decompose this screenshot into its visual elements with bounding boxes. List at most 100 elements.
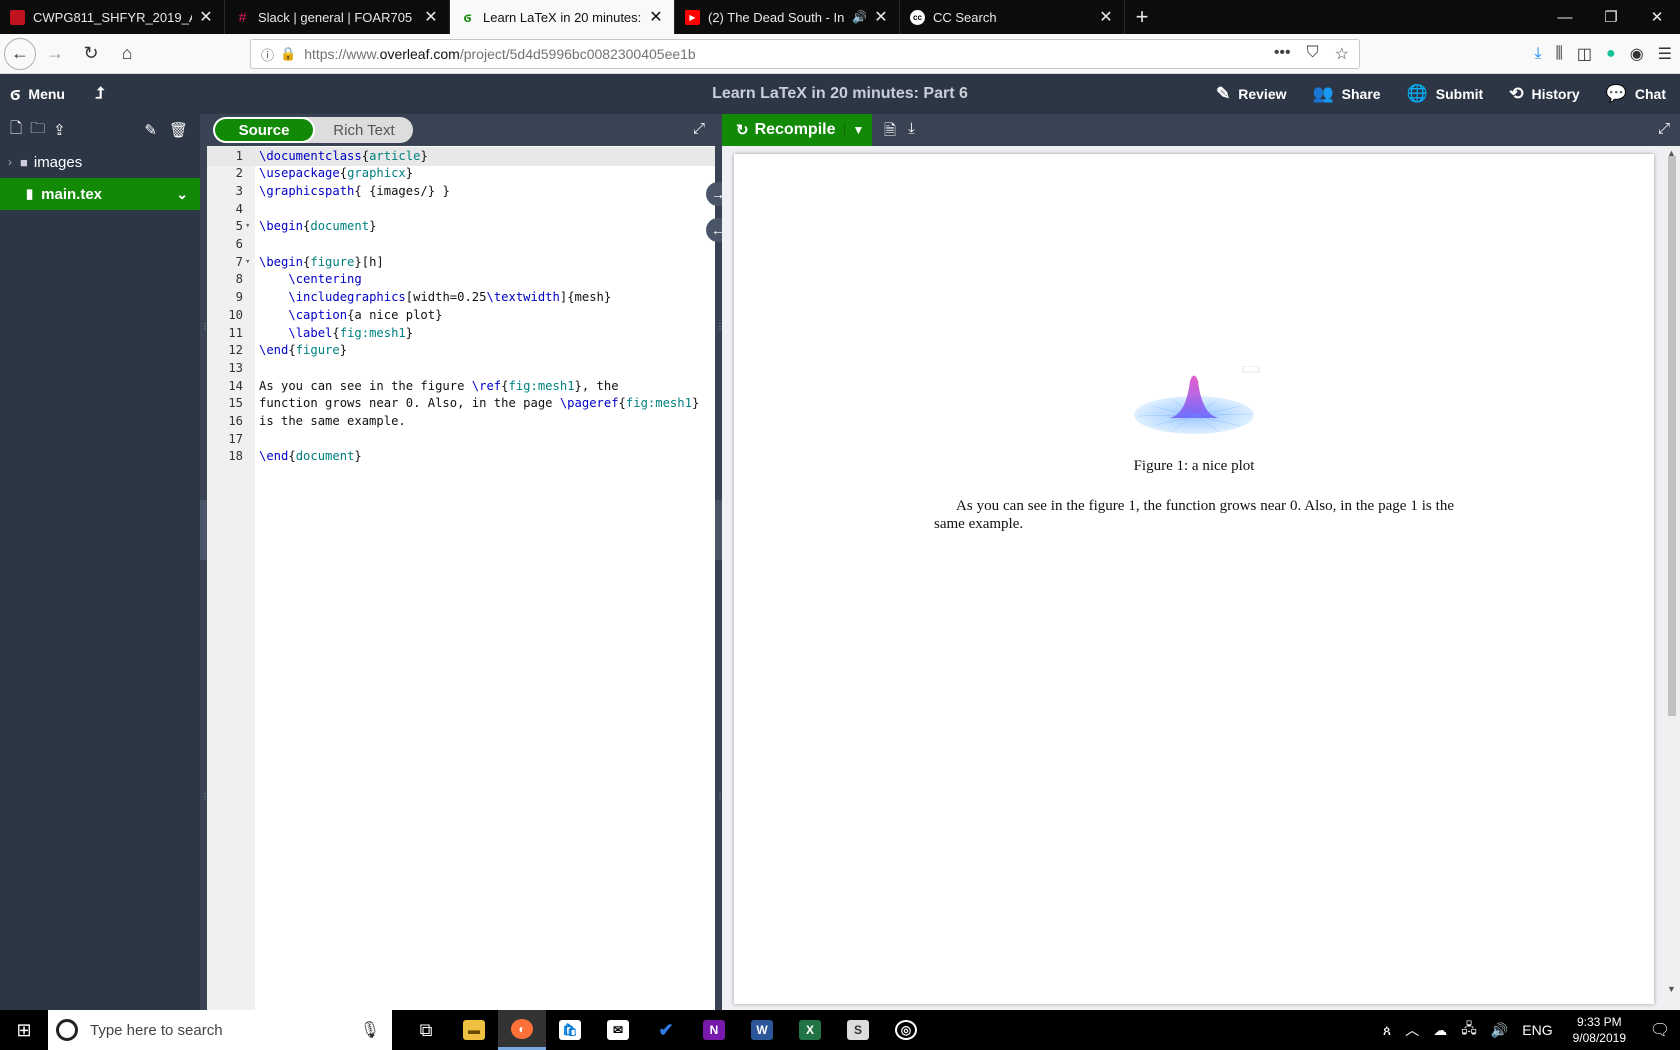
recompile-button[interactable]: ↻ Recompile ▼ [722, 114, 872, 146]
code-line[interactable]: 9 \includegraphics[width=0.25\textwidth]… [207, 288, 715, 307]
clock[interactable]: 9:33 PM 9/08/2019 [1573, 1014, 1626, 1046]
restore-icon[interactable]: ❐ [1588, 0, 1634, 34]
page-actions-icon[interactable]: ••• [1274, 44, 1291, 64]
source-mode-button[interactable]: Source [213, 117, 315, 143]
browser-tab-cc-search[interactable]: cc CC Search ✕ [900, 0, 1125, 34]
close-window-icon[interactable]: ✕ [1634, 0, 1680, 34]
excel-icon[interactable]: X [786, 1010, 834, 1050]
pdf-scrollbar[interactable]: ▲ ▼ [1664, 146, 1680, 1010]
menu-button[interactable]: ϭ Menu [0, 84, 65, 105]
close-tab-icon[interactable]: ✕ [1098, 7, 1114, 27]
code-line[interactable]: 11 \label{fig:mesh1} [207, 324, 715, 343]
browser-tab-cwpg[interactable]: CWPG811_SHFYR_2019_ALL_U ✕ [0, 0, 225, 34]
onedrive-icon[interactable]: ☁ [1433, 1022, 1447, 1039]
code-line[interactable]: 15 function grows near 0. Also, in the pa… [207, 394, 715, 413]
language-indicator[interactable]: ENG [1522, 1022, 1552, 1038]
browser-tab-slack[interactable]: # Slack | general | FOAR705 ✕ [225, 0, 450, 34]
notifications-icon[interactable]: 🗨 [1640, 1020, 1680, 1040]
code-line[interactable]: 7 ▾ \begin{figure}[h] [207, 253, 715, 272]
people-icon[interactable]: ጰ [1383, 1022, 1391, 1039]
home-icon[interactable]: ⌂ [110, 37, 144, 71]
code-line[interactable]: 18 \end{document} [207, 447, 715, 466]
speaker-icon[interactable]: 🔊 [852, 10, 867, 24]
history-button[interactable]: ⟲ History [1509, 84, 1579, 104]
account-icon[interactable]: ◉ [1630, 44, 1644, 64]
code-editor[interactable]: 1 \documentclass{article} 2 \usepackage{gra… [207, 146, 715, 1010]
close-tab-icon[interactable]: ✕ [648, 7, 664, 27]
rich-text-mode-button[interactable]: Rich Text [315, 117, 413, 143]
expand-icon[interactable]: ⤢ [1658, 120, 1670, 137]
splitter-handle[interactable] [200, 500, 207, 560]
grammarly-icon[interactable]: ● [1606, 45, 1616, 63]
onenote-icon[interactable]: N [690, 1010, 738, 1050]
task-view-icon[interactable]: ⧉ [402, 1010, 450, 1050]
folder-images[interactable]: › ■ images [0, 146, 200, 178]
volume-icon[interactable]: 🔊 [1491, 1022, 1508, 1039]
recompile-dropdown-icon[interactable]: ▼ [844, 123, 872, 137]
close-tab-icon[interactable]: ✕ [873, 7, 889, 27]
code-line[interactable]: 6 [207, 235, 715, 254]
back-icon[interactable]: ← [4, 37, 36, 70]
new-tab-button[interactable]: + [1125, 0, 1159, 34]
code-line[interactable]: 16 is the same example. [207, 412, 715, 431]
minimize-icon[interactable]: — [1542, 0, 1588, 34]
chevron-down-icon[interactable]: ⌄ [176, 186, 188, 203]
url-bar[interactable]: ⓘ 🔒 https://www. overleaf.com/project/5d4… [250, 39, 1360, 69]
word-icon[interactable]: W [738, 1010, 786, 1050]
code-line[interactable]: 14 As you can see in the figure \ref{fig:… [207, 377, 715, 396]
pocket-icon[interactable]: ⛉ [1307, 44, 1319, 64]
code-line[interactable]: 17 [207, 430, 715, 449]
editor-mode-toggle[interactable]: Source Rich Text [213, 117, 413, 143]
mail-icon[interactable]: ✉ [594, 1010, 642, 1050]
chat-button[interactable]: 💬 Chat [1606, 84, 1666, 104]
expand-icon[interactable]: ⤢ [693, 120, 705, 137]
share-button[interactable]: 👥 Share [1313, 84, 1381, 104]
store-icon[interactable]: 🛍 [546, 1010, 594, 1050]
code-line[interactable]: 10 \caption{a nice plot} [207, 306, 715, 325]
splitter-handle[interactable] [715, 500, 722, 560]
code-line[interactable]: 13 [207, 359, 715, 378]
code-line[interactable]: 2 \usepackage{graphicx} [207, 164, 715, 183]
code-line[interactable]: 12 \end{figure} [207, 341, 715, 360]
code-line[interactable]: 4 [207, 200, 715, 219]
fold-toggle-icon[interactable]: ▾ [245, 253, 250, 272]
todo-icon[interactable]: ✔ [642, 1010, 690, 1050]
pdf-viewer[interactable]: Figure 1: a nice plot As you can see in … [722, 146, 1680, 1010]
file-main-tex[interactable]: ▮ main.tex ⌄ [0, 178, 200, 210]
info-icon[interactable]: ⓘ [261, 45, 274, 64]
microphone-icon[interactable]: 🎙 [360, 1020, 380, 1040]
delete-icon[interactable]: 🗑 [169, 121, 188, 139]
windows-start-icon[interactable]: ⊞ [0, 1010, 48, 1050]
scrollbar-thumb[interactable] [1668, 156, 1676, 716]
network-icon[interactable]: 🖧 [1461, 1018, 1477, 1042]
upload-icon[interactable]: ⇪ [53, 121, 66, 139]
code-line[interactable]: 5 ▾ \begin{document} [207, 217, 715, 236]
download-icon[interactable]: ⤓ [1534, 45, 1541, 63]
browser-tab-youtube[interactable]: ▶ (2) The Dead South - In Hell 🔊 ✕ [675, 0, 900, 34]
sidebar-icon[interactable]: ◫ [1577, 44, 1592, 64]
firefox-icon[interactable]: ◐ [498, 1010, 546, 1050]
filetree-splitter[interactable]: ⋮ ⋮ [200, 114, 209, 1010]
library-icon[interactable]: ⫼ [1556, 45, 1563, 63]
hamburger-menu-icon[interactable]: ☰ [1658, 44, 1672, 64]
new-folder-icon[interactable]: 🗀 [30, 118, 45, 143]
reload-icon[interactable]: ↻ [74, 37, 108, 71]
rename-icon[interactable]: ✎ [144, 121, 157, 139]
new-file-icon[interactable]: 🗋 [10, 118, 22, 143]
code-line[interactable]: 8 \centering [207, 270, 715, 289]
submit-button[interactable]: 🌐 Submit [1407, 84, 1484, 104]
code-line[interactable]: 3 \graphicspath{ {images/} } [207, 182, 715, 201]
chevron-right-icon[interactable]: › [8, 155, 12, 169]
scroll-down-icon[interactable]: ▼ [1667, 984, 1676, 994]
bookmark-star-icon[interactable]: ☆ [1335, 44, 1349, 64]
logs-icon[interactable]: 🗎 [884, 120, 896, 145]
browser-tab-overleaf[interactable]: ϭ Learn LaTeX in 20 minutes: Part ✕ [450, 0, 675, 34]
fold-toggle-icon[interactable]: ▾ [245, 217, 250, 236]
close-tab-icon[interactable]: ✕ [423, 7, 439, 27]
taskbar-search[interactable]: Type here to search 🎙 [48, 1010, 392, 1050]
file-explorer-icon[interactable]: ▬ [450, 1010, 498, 1050]
scrivener-icon[interactable]: S [834, 1010, 882, 1050]
download-pdf-icon[interactable]: ⤓ [908, 120, 915, 145]
back-to-projects-icon[interactable]: ⮥ [95, 85, 104, 103]
chevron-up-icon[interactable]: ︿ [1405, 1020, 1419, 1040]
